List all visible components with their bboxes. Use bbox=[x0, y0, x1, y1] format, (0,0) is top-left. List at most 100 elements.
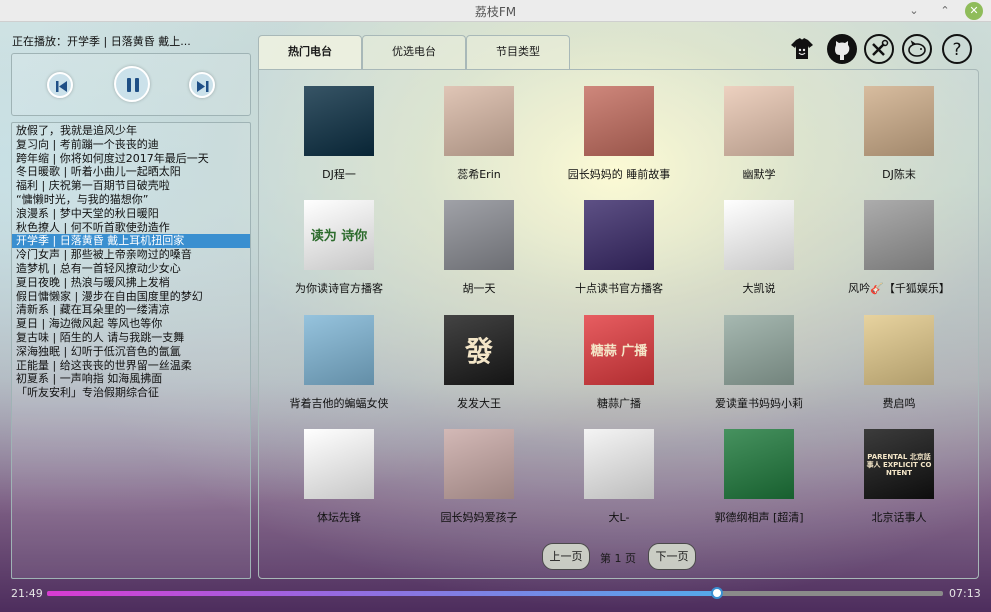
station-card[interactable]: 大L- bbox=[549, 429, 689, 529]
tab-hot-stations[interactable]: 热门电台 bbox=[258, 35, 362, 70]
station-card[interactable]: 费启鸣 bbox=[829, 315, 969, 415]
station-cover[interactable] bbox=[724, 200, 794, 270]
station-cover[interactable]: 糖蒜 广播 bbox=[584, 315, 654, 385]
cover-shade bbox=[724, 200, 794, 270]
playlist-item[interactable]: 假日慵懒家 | 漫步在自由国度里的梦幻 bbox=[12, 290, 250, 304]
maximize-icon[interactable]: ⌃ bbox=[936, 2, 954, 20]
station-card[interactable]: DJ程一 bbox=[269, 86, 409, 186]
station-cover[interactable] bbox=[584, 200, 654, 270]
station-name: 体坛先锋 bbox=[317, 511, 361, 524]
station-card[interactable]: 爱读童书妈妈小莉 bbox=[689, 315, 829, 415]
playlist-item[interactable]: 秋色撩人 | 何不听首歌使劲造作 bbox=[12, 221, 250, 235]
playlist-item[interactable]: 浪漫系 | 梦中天堂的秋日暖阳 bbox=[12, 207, 250, 221]
next-page-button[interactable]: 下一页 bbox=[648, 543, 696, 570]
station-name: 为你读诗官方播客 bbox=[295, 282, 383, 295]
station-card[interactable]: 园长妈妈的 睡前故事 bbox=[549, 86, 689, 186]
playlist-item[interactable]: 造梦机 | 总有一首轻风撩动少女心 bbox=[12, 262, 250, 276]
total-time: 07:13 bbox=[949, 587, 981, 600]
station-card[interactable]: 园长妈妈爱孩子 bbox=[409, 429, 549, 529]
minimize-icon[interactable]: ⌄ bbox=[905, 2, 923, 20]
pause-button[interactable] bbox=[114, 66, 150, 102]
playlist-item[interactable]: 冷门女声 | 那些被上帝亲吻过的嗓音 bbox=[12, 248, 250, 262]
station-cover[interactable] bbox=[724, 429, 794, 499]
playlist-item[interactable]: 正能量 | 给这丧丧的世界留一丝温柔 bbox=[12, 359, 250, 373]
station-cover[interactable]: PARENTAL 北京話事人 EXPLICIT CONTENT bbox=[864, 429, 934, 499]
donate-button[interactable] bbox=[901, 33, 933, 65]
station-card[interactable]: 郭德纲相声 [超清] bbox=[689, 429, 829, 529]
playback-controls bbox=[11, 53, 251, 116]
playlist-item[interactable]: 放假了，我就是追风少年 bbox=[12, 124, 250, 138]
playlist-item[interactable]: 「听友安利」专治假期综合征 bbox=[12, 386, 250, 400]
playlist-item[interactable]: 初夏系 | 一声响指 如海風拂面 bbox=[12, 372, 250, 386]
pagination: 上一页 第 1 页 下一页 bbox=[259, 543, 980, 571]
cover-shade bbox=[864, 315, 934, 385]
station-card[interactable]: 读为 诗你为你读诗官方播客 bbox=[269, 200, 409, 300]
playlist-item[interactable]: 夏日夜晚 | 热浪与暖风拂上发梢 bbox=[12, 276, 250, 290]
station-cover[interactable]: 读为 诗你 bbox=[304, 200, 374, 270]
station-cover[interactable] bbox=[304, 429, 374, 499]
station-cover[interactable] bbox=[724, 86, 794, 156]
station-card[interactable]: 大凯说 bbox=[689, 200, 829, 300]
station-card[interactable]: 發发发大王 bbox=[409, 315, 549, 415]
station-name: DJ陈末 bbox=[882, 168, 916, 181]
progress-bar[interactable] bbox=[47, 587, 943, 599]
station-cover[interactable] bbox=[864, 315, 934, 385]
playlist-item[interactable]: 复古味 | 陌生的人 请与我跳一支舞 bbox=[12, 331, 250, 345]
station-cover[interactable] bbox=[444, 86, 514, 156]
playlist[interactable]: 放假了，我就是追风少年 复习向 | 考前蹦一个丧丧的迪 跨年缩 | 你将如何度过20… bbox=[11, 122, 251, 579]
close-icon[interactable]: ✕ bbox=[965, 2, 983, 20]
station-card[interactable]: 十点读书官方播客 bbox=[549, 200, 689, 300]
help-button[interactable]: ? bbox=[941, 33, 973, 65]
playlist-item[interactable]: 清新系 | 藏在耳朵里的一缕清凉 bbox=[12, 303, 250, 317]
playlist-item[interactable]: 冬日暖歌 | 听着小曲儿一起晒太阳 bbox=[12, 165, 250, 179]
station-cover[interactable] bbox=[444, 200, 514, 270]
station-card[interactable]: 背着吉他的蝙蝠女侠 bbox=[269, 315, 409, 415]
station-cover[interactable]: 發 bbox=[444, 315, 514, 385]
playlist-item[interactable]: 开学季 | 日落黄昏 戴上耳机扭回家 bbox=[12, 234, 250, 249]
cover-shade bbox=[584, 86, 654, 156]
station-cover[interactable] bbox=[724, 315, 794, 385]
tab-program-types[interactable]: 节目类型 bbox=[466, 35, 570, 70]
skip-previous-button[interactable] bbox=[47, 72, 73, 98]
tools-button[interactable] bbox=[863, 33, 895, 65]
github-button[interactable] bbox=[826, 33, 858, 65]
prev-page-button[interactable]: 上一页 bbox=[542, 543, 590, 570]
station-cover[interactable] bbox=[304, 315, 374, 385]
station-card[interactable]: 蕊希Erin bbox=[409, 86, 549, 186]
station-card[interactable]: 风吟🎸【千狐娱乐】 bbox=[829, 200, 969, 300]
station-name: 费启鸣 bbox=[882, 397, 916, 410]
station-cover[interactable] bbox=[304, 86, 374, 156]
station-card[interactable]: 幽默学 bbox=[689, 86, 829, 186]
title-bar: 荔枝FM ⌄ ⌃ ✕ bbox=[0, 0, 991, 22]
skip-next-button[interactable] bbox=[189, 72, 215, 98]
station-cover[interactable] bbox=[864, 200, 934, 270]
progress-row: 21:49 07:13 bbox=[0, 585, 991, 603]
progress-handle[interactable] bbox=[711, 587, 724, 599]
station-card[interactable]: 体坛先锋 bbox=[269, 429, 409, 529]
cover-shade bbox=[584, 200, 654, 270]
station-cover[interactable] bbox=[584, 86, 654, 156]
playlist-item[interactable]: 深海独眠 | 幻听于低沉音色的氤氲 bbox=[12, 345, 250, 359]
cover-shade bbox=[864, 86, 934, 156]
playlist-item[interactable]: “慵懒时光，与我的猫想你” bbox=[12, 193, 250, 207]
station-cover[interactable] bbox=[444, 429, 514, 499]
station-name: 园长妈妈的 睡前故事 bbox=[567, 168, 671, 181]
station-name: 大凯说 bbox=[742, 282, 776, 295]
station-card[interactable]: 糖蒜 广播 糖蒜广播 bbox=[549, 315, 689, 415]
station-card[interactable]: 胡一天 bbox=[409, 200, 549, 300]
station-cover[interactable] bbox=[584, 429, 654, 499]
skin-button[interactable] bbox=[786, 33, 818, 65]
station-cover[interactable] bbox=[864, 86, 934, 156]
station-card[interactable]: DJ陈末 bbox=[829, 86, 969, 186]
station-name: 郭德纲相声 [超清] bbox=[714, 511, 804, 524]
cover-shade bbox=[724, 86, 794, 156]
playlist-item[interactable]: 福利 | 庆祝第一百期节目破壳啦 bbox=[12, 179, 250, 193]
station-card[interactable]: PARENTAL 北京話事人 EXPLICIT CONTENT 北京话事人 bbox=[829, 429, 969, 529]
cover-shade bbox=[444, 429, 514, 499]
playlist-item[interactable]: 复习向 | 考前蹦一个丧丧的迪 bbox=[12, 138, 250, 152]
playlist-item[interactable]: 跨年缩 | 你将如何度过2017年最后一天 bbox=[12, 152, 250, 166]
skip-next-icon bbox=[197, 81, 209, 92]
tab-featured-stations[interactable]: 优选电台 bbox=[362, 35, 466, 70]
station-name: 风吟🎸【千狐娱乐】 bbox=[848, 282, 950, 295]
playlist-item[interactable]: 夏日 | 海边微风起 等风也等你 bbox=[12, 317, 250, 331]
